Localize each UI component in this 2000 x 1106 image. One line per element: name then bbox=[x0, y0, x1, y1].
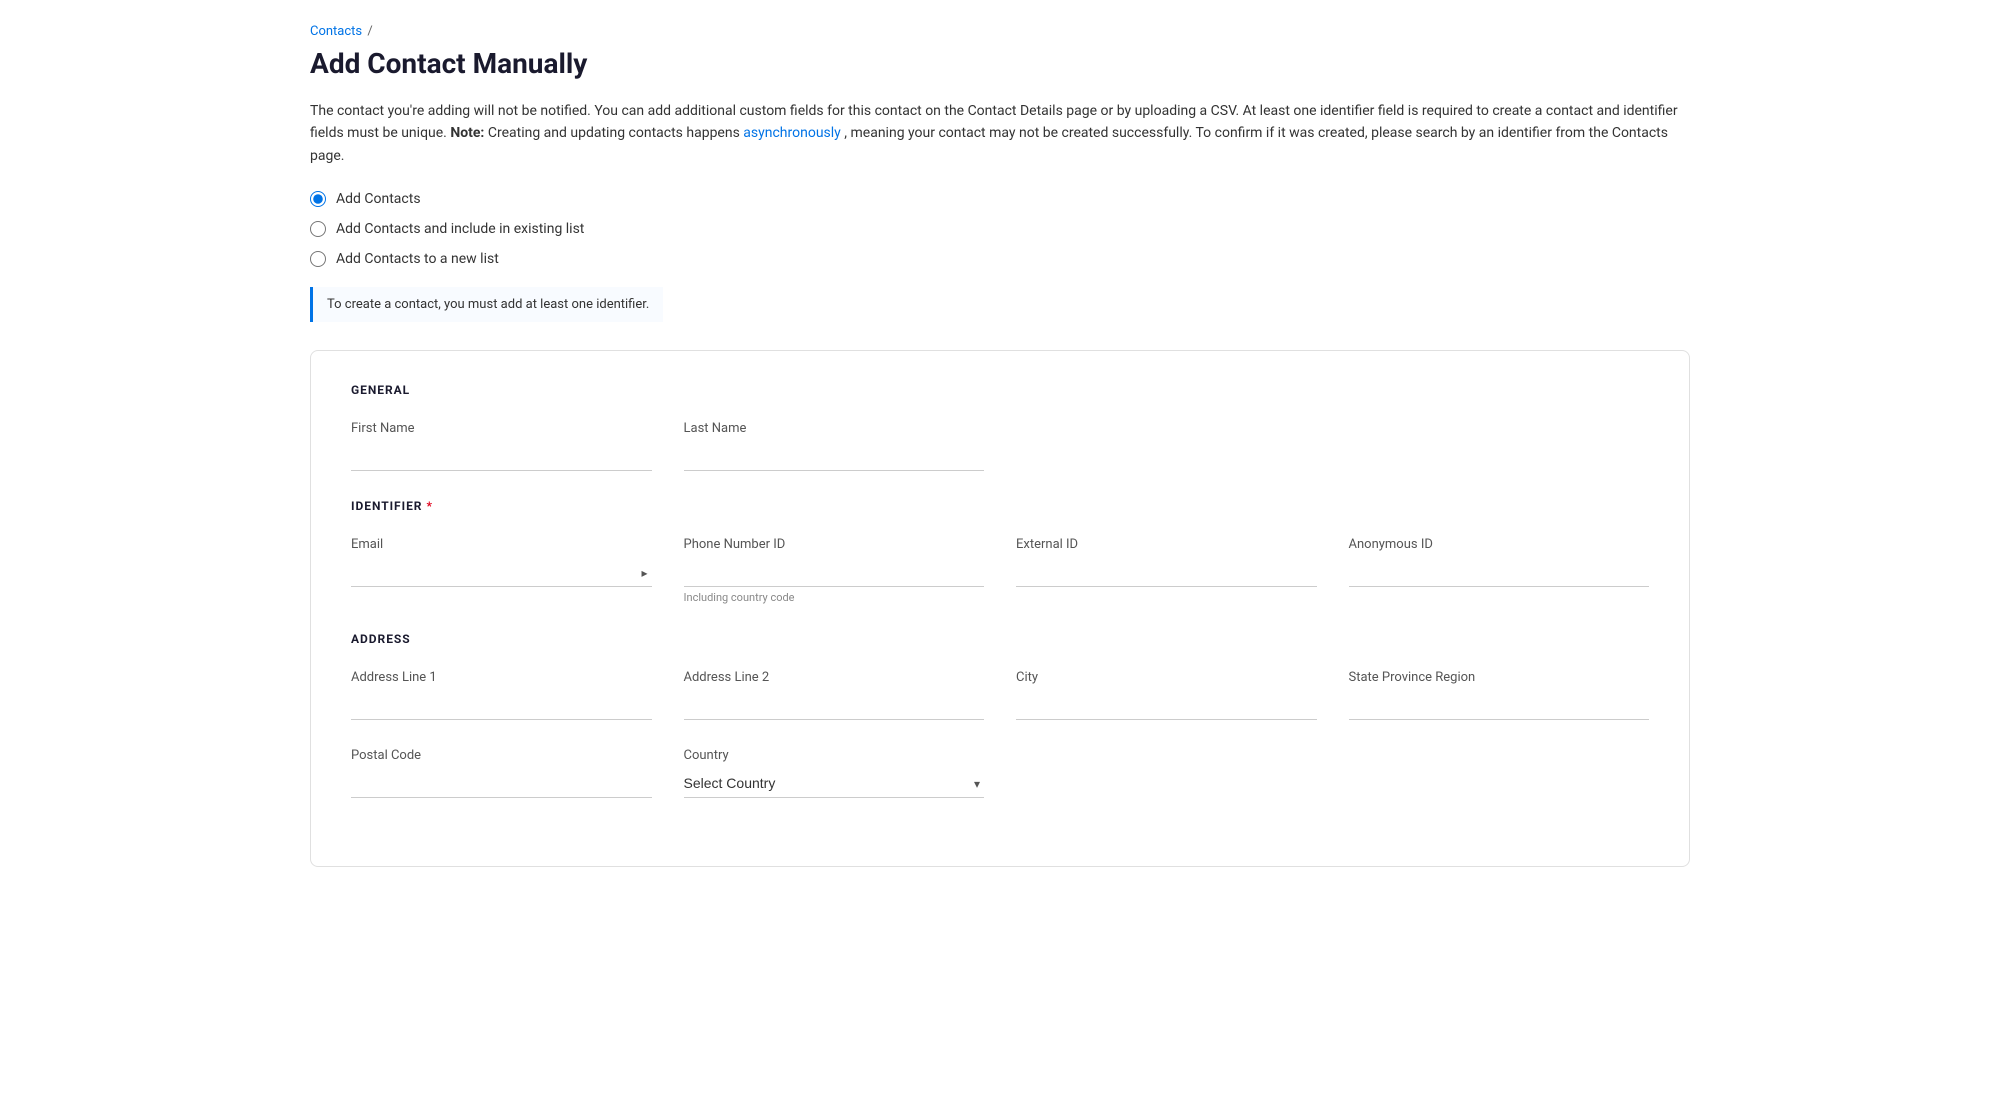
address-line-1-input[interactable] bbox=[351, 691, 652, 720]
email-input[interactable] bbox=[351, 558, 652, 587]
last-name-label: Last Name bbox=[684, 421, 985, 436]
breadcrumb-separator: / bbox=[367, 24, 372, 39]
last-name-field: Last Name bbox=[684, 421, 985, 471]
phone-sub-label: Including country code bbox=[684, 591, 985, 604]
city-field: City bbox=[1016, 670, 1317, 720]
identifier-fields-row: Email ▸ Phone Number ID Including countr… bbox=[351, 537, 1649, 604]
general-section: GENERAL First Name Last Name bbox=[351, 383, 1649, 471]
radio-add-contacts-new-list-label: Add Contacts to a new list bbox=[336, 251, 499, 267]
radio-add-contacts-list[interactable]: Add Contacts and include in existing lis… bbox=[310, 221, 1690, 237]
radio-add-contacts-list-input[interactable] bbox=[310, 221, 326, 237]
general-fields-row: First Name Last Name bbox=[351, 421, 1649, 471]
city-input[interactable] bbox=[1016, 691, 1317, 720]
external-id-label: External ID bbox=[1016, 537, 1317, 552]
country-label: Country bbox=[684, 748, 985, 763]
first-name-input[interactable] bbox=[351, 442, 652, 471]
spacer-addr-3 bbox=[1016, 748, 1317, 798]
country-select[interactable]: Select Country United States United King… bbox=[684, 769, 985, 798]
email-label: Email bbox=[351, 537, 652, 552]
description: The contact you're adding will not be no… bbox=[310, 100, 1690, 167]
address-line-1-field: Address Line 1 bbox=[351, 670, 652, 720]
postal-code-field: Postal Code bbox=[351, 748, 652, 798]
anonymous-id-input[interactable] bbox=[1349, 558, 1650, 587]
city-label: City bbox=[1016, 670, 1317, 685]
address-line-1-label: Address Line 1 bbox=[351, 670, 652, 685]
radio-add-contacts-new-list-input[interactable] bbox=[310, 251, 326, 267]
phone-number-id-field: Phone Number ID Including country code bbox=[684, 537, 985, 604]
radio-add-contacts[interactable]: Add Contacts bbox=[310, 191, 1690, 207]
state-province-region-input[interactable] bbox=[1349, 691, 1650, 720]
spacer-addr-4 bbox=[1349, 748, 1650, 798]
address-row-1: Address Line 1 Address Line 2 City State… bbox=[351, 670, 1649, 720]
email-input-wrapper: ▸ bbox=[351, 558, 652, 587]
radio-add-contacts-list-label: Add Contacts and include in existing lis… bbox=[336, 221, 584, 237]
last-name-input[interactable] bbox=[684, 442, 985, 471]
country-field: Country Select Country United States Uni… bbox=[684, 748, 985, 798]
external-id-field: External ID bbox=[1016, 537, 1317, 604]
info-message: To create a contact, you must add at lea… bbox=[327, 297, 649, 312]
country-select-wrapper: Select Country United States United King… bbox=[684, 769, 985, 798]
page-title: Add Contact Manually bbox=[310, 47, 1690, 80]
address-line-2-field: Address Line 2 bbox=[684, 670, 985, 720]
phone-number-id-label: Phone Number ID bbox=[684, 537, 985, 552]
async-link[interactable]: asynchronously bbox=[743, 125, 841, 141]
spacer-1 bbox=[1016, 421, 1317, 471]
email-field: Email ▸ bbox=[351, 537, 652, 604]
info-box: To create a contact, you must add at lea… bbox=[310, 287, 663, 322]
first-name-field: First Name bbox=[351, 421, 652, 471]
address-line-2-label: Address Line 2 bbox=[684, 670, 985, 685]
external-id-input[interactable] bbox=[1016, 558, 1317, 587]
anonymous-id-label: Anonymous ID bbox=[1349, 537, 1650, 552]
form-card: GENERAL First Name Last Name IDENTIFIER* bbox=[310, 350, 1690, 867]
phone-number-id-input[interactable] bbox=[684, 558, 985, 587]
postal-code-input[interactable] bbox=[351, 769, 652, 798]
radio-add-contacts-input[interactable] bbox=[310, 191, 326, 207]
postal-code-label: Postal Code bbox=[351, 748, 652, 763]
general-section-title: GENERAL bbox=[351, 383, 1649, 397]
radio-group: Add Contacts Add Contacts and include in… bbox=[310, 191, 1690, 267]
first-name-label: First Name bbox=[351, 421, 652, 436]
anonymous-id-field: Anonymous ID bbox=[1349, 537, 1650, 604]
radio-add-contacts-new-list[interactable]: Add Contacts to a new list bbox=[310, 251, 1690, 267]
identifier-section-title: IDENTIFIER* bbox=[351, 499, 1649, 513]
address-section-title: ADDRESS bbox=[351, 632, 1649, 646]
spacer-2 bbox=[1349, 421, 1650, 471]
state-province-region-label: State Province Region bbox=[1349, 670, 1650, 685]
required-indicator: * bbox=[426, 499, 432, 513]
email-icon: ▸ bbox=[641, 566, 647, 580]
radio-add-contacts-label: Add Contacts bbox=[336, 191, 421, 207]
address-section: ADDRESS Address Line 1 Address Line 2 Ci… bbox=[351, 632, 1649, 798]
state-province-region-field: State Province Region bbox=[1349, 670, 1650, 720]
identifier-section: IDENTIFIER* Email ▸ Phone Number ID Incl… bbox=[351, 499, 1649, 604]
breadcrumb: Contacts / bbox=[310, 24, 1690, 39]
address-line-2-input[interactable] bbox=[684, 691, 985, 720]
breadcrumb-link[interactable]: Contacts bbox=[310, 24, 362, 39]
address-row-2: Postal Code Country Select Country Unite… bbox=[351, 748, 1649, 798]
